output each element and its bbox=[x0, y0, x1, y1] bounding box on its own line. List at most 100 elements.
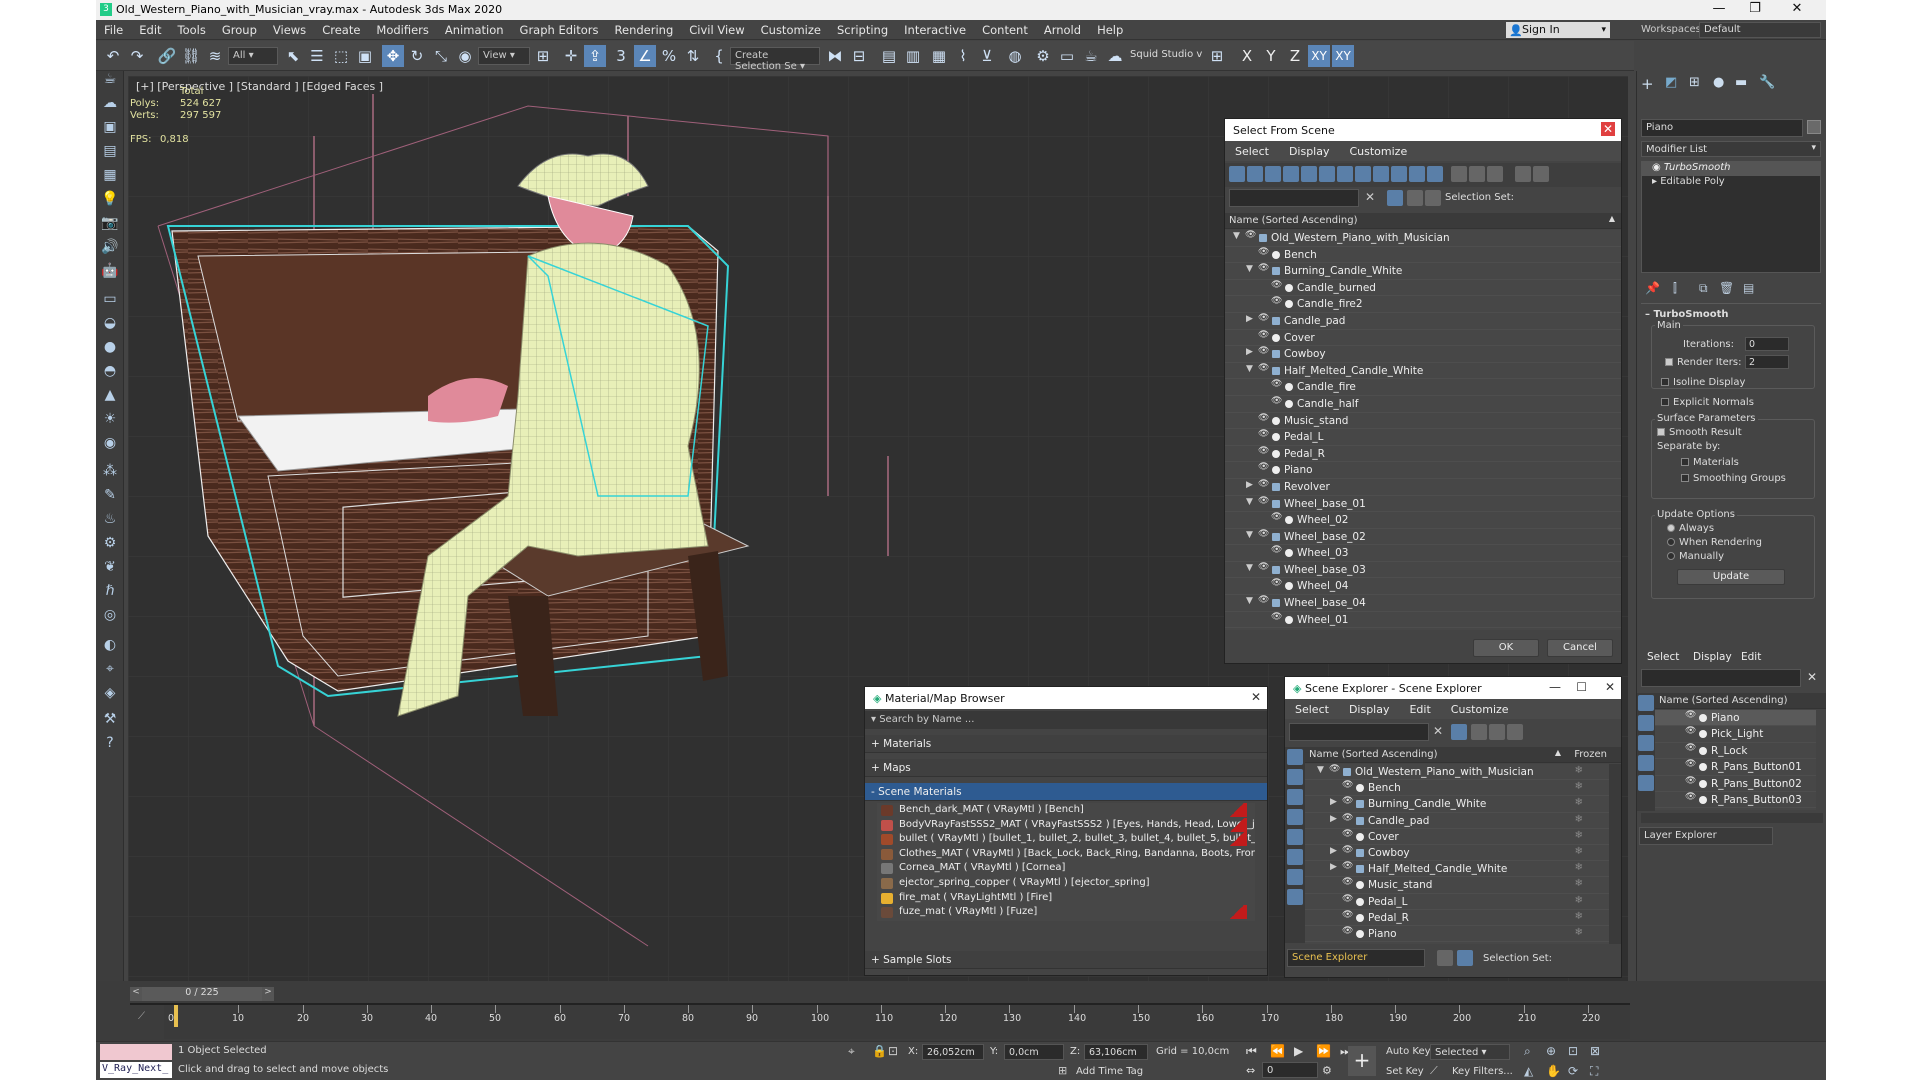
field-of-view-icon[interactable]: ◭ bbox=[1524, 1064, 1533, 1078]
mirror-icon[interactable]: ⧓ bbox=[824, 45, 846, 67]
orb-icon[interactable]: ◉ bbox=[100, 435, 120, 455]
menu-edit[interactable]: Edit bbox=[131, 20, 169, 37]
teapot-icon[interactable]: ☕ bbox=[100, 71, 120, 91]
le-column-header[interactable]: Name (Sorted Ascending) bbox=[1655, 693, 1826, 709]
cone-icon[interactable]: ▲ bbox=[100, 387, 120, 407]
scene-explorer-toggle-icon[interactable]: ▤ bbox=[878, 45, 900, 67]
hair-icon[interactable]: ♨ bbox=[100, 511, 120, 531]
helpers-filter-icon[interactable] bbox=[1638, 775, 1654, 791]
sfs-menu-display[interactable]: Display bbox=[1279, 141, 1340, 158]
tree-row[interactable]: ▶ 👁 Cowboy ❄ bbox=[1305, 845, 1609, 862]
expand-closed-icon[interactable]: ▶ bbox=[1246, 347, 1253, 357]
hf-icon[interactable]: ℏ bbox=[100, 583, 120, 603]
clear-search-icon[interactable]: ✕ bbox=[1365, 190, 1375, 204]
tree-row[interactable]: ▼ 👁 Burning_Candle_White bbox=[1225, 263, 1621, 280]
x-coordinate-field[interactable]: 26,052cm bbox=[922, 1044, 984, 1060]
motion-tab-icon[interactable]: ● bbox=[1713, 75, 1724, 90]
select-all-icon[interactable] bbox=[1451, 166, 1467, 182]
link-icon[interactable]: 🔗 bbox=[156, 45, 178, 67]
se-menu-edit[interactable]: Edit bbox=[1399, 699, 1440, 716]
key-set-dropdown[interactable]: Selected ▾ bbox=[1430, 1044, 1510, 1060]
se-tree[interactable]: ▼ 👁 Old_Western_Piano_with_Musician ❄ 👁 Bench… bbox=[1305, 764, 1609, 944]
tree-row[interactable]: ▶ 👁 Cowboy bbox=[1225, 346, 1621, 363]
eye-icon[interactable]: 👁 bbox=[1685, 710, 1696, 720]
menu-content[interactable]: Content bbox=[974, 20, 1036, 37]
scene-materials-list[interactable]: Bench_dark_MAT ( VRayMtl ) [Bench] BodyVR… bbox=[877, 803, 1255, 921]
le-hscrollbar[interactable] bbox=[1641, 813, 1823, 823]
lock-icon[interactable] bbox=[1471, 724, 1487, 740]
rendered-frame-window-icon[interactable]: ▭ bbox=[1056, 45, 1078, 67]
tree-row[interactable]: 👁 Candle_fire bbox=[1225, 379, 1621, 396]
tree-row[interactable]: 👁 Candle_half bbox=[1225, 396, 1621, 413]
helpers-filter-icon[interactable] bbox=[1301, 166, 1317, 182]
show-end-result-icon[interactable]: ⫿ bbox=[1673, 281, 1677, 296]
zoom-extents-icon[interactable]: ⊡ bbox=[1568, 1044, 1578, 1058]
eye-icon[interactable]: 👁 bbox=[1258, 263, 1269, 273]
ribbon-icon[interactable]: ▦ bbox=[928, 45, 950, 67]
next-key-icon[interactable]: ⏩ bbox=[1316, 1044, 1331, 1058]
isoline-check-box[interactable] bbox=[1661, 378, 1669, 386]
material-item[interactable]: fuze_mat ( VRayMtl ) [Fuze] bbox=[877, 905, 1255, 920]
redo-icon[interactable]: ↷ bbox=[126, 45, 148, 67]
grid-icon[interactable]: ▤ bbox=[100, 143, 120, 163]
current-frame-field[interactable]: 0 bbox=[1262, 1062, 1318, 1078]
tree-row[interactable]: ▼ 👁 Old_Western_Piano_with_Musician bbox=[1225, 230, 1621, 247]
containers-filter-icon[interactable] bbox=[1391, 166, 1407, 182]
curve-icon[interactable]: ⟋ bbox=[138, 1011, 145, 1022]
settings-icon[interactable]: ⚒ bbox=[100, 711, 120, 731]
time-config-icon[interactable]: ⚙ bbox=[1322, 1064, 1332, 1077]
tree-row[interactable]: 👁 Bench ❄ bbox=[1305, 780, 1609, 797]
menu-animation[interactable]: Animation bbox=[437, 20, 512, 37]
separate-smoothing-box[interactable] bbox=[1681, 474, 1689, 482]
close-button[interactable]: ✕ bbox=[1782, 1, 1812, 16]
tree-row[interactable]: ▼ 👁 Wheel_base_02 bbox=[1225, 529, 1621, 546]
eye-icon[interactable]: 👁 bbox=[1342, 894, 1353, 904]
dome-icon[interactable]: ◓ bbox=[100, 363, 120, 383]
pan-icon[interactable]: ✋ bbox=[1546, 1064, 1561, 1078]
select-and-scale-icon[interactable]: ⤡ bbox=[430, 45, 452, 67]
le-search-input[interactable] bbox=[1641, 669, 1801, 687]
eye-icon[interactable]: 👁 bbox=[1258, 562, 1269, 572]
frozen-icon[interactable]: ❄ bbox=[1575, 911, 1583, 922]
material-item[interactable]: BodyVRayFastSSS2_MAT ( VRayFastSSS2 ) [E… bbox=[877, 817, 1255, 833]
globe-icon[interactable]: ◐ bbox=[100, 637, 120, 657]
eye-icon[interactable]: 👁 bbox=[1258, 462, 1269, 472]
key-filters-button[interactable]: Key Filters... bbox=[1452, 1066, 1513, 1077]
frozen-icon[interactable]: ❄ bbox=[1575, 781, 1583, 792]
maximize-button[interactable]: ❐ bbox=[1740, 1, 1770, 16]
bind-spacewarp-icon[interactable]: ≋ bbox=[204, 45, 226, 67]
eye-icon[interactable]: 👁 bbox=[1258, 496, 1269, 506]
maxscript-mini-listener[interactable]: V_Ray_Next_ bbox=[100, 1062, 172, 1078]
tree-row[interactable]: 👁 Cover bbox=[1225, 330, 1621, 347]
selection-set-icon[interactable] bbox=[1425, 190, 1441, 206]
se-search-input[interactable] bbox=[1289, 723, 1429, 741]
eye-icon[interactable]: 👁 bbox=[1685, 726, 1696, 736]
eye-icon[interactable]: 👁 bbox=[1271, 396, 1282, 406]
frozen-icon[interactable]: ❄ bbox=[1575, 814, 1583, 825]
reference-coordinate-dropdown[interactable]: View ▾ bbox=[478, 47, 530, 65]
window-crossing-icon[interactable]: ▣ bbox=[354, 45, 376, 67]
render-cloud-icon[interactable]: ☁ bbox=[1104, 45, 1126, 67]
eye-icon[interactable]: 👁 bbox=[1342, 845, 1353, 855]
separate-smoothing-checkbox[interactable]: Smoothing Groups bbox=[1681, 473, 1786, 484]
hierarchy-tab-icon[interactable]: ⊞ bbox=[1689, 75, 1700, 90]
z-coordinate-field[interactable]: 63,106cm bbox=[1084, 1044, 1148, 1060]
layer-row[interactable]: 👁 Piano bbox=[1655, 710, 1816, 727]
close-icon[interactable]: ✕ bbox=[1605, 680, 1615, 694]
select-and-rotate-icon[interactable]: ↻ bbox=[406, 45, 428, 67]
maxscript-listener-top[interactable] bbox=[100, 1044, 172, 1060]
eye-icon[interactable]: 👁 bbox=[1258, 313, 1269, 323]
set-key-button[interactable]: Set Key bbox=[1386, 1066, 1424, 1077]
clear-search-icon[interactable]: ✕ bbox=[1433, 724, 1443, 738]
shapes-filter-icon[interactable] bbox=[1287, 769, 1303, 785]
menu-civil-view[interactable]: Civil View bbox=[681, 20, 752, 37]
viewport-label[interactable]: [+] [Perspective ] [Standard ] [Edged Fa… bbox=[136, 80, 383, 93]
se-scrollbar[interactable] bbox=[1609, 764, 1621, 944]
menu-interactive[interactable]: Interactive bbox=[896, 20, 974, 37]
prev-frame-button[interactable]: < bbox=[130, 987, 142, 1001]
eye-icon[interactable]: 👁 bbox=[1342, 796, 1353, 806]
object-color-swatch[interactable] bbox=[1807, 120, 1821, 134]
align-icon[interactable]: ⊟ bbox=[848, 45, 870, 67]
hemisphere-icon[interactable]: ◒ bbox=[100, 315, 120, 335]
isoline-display-checkbox[interactable]: Isoline Display bbox=[1661, 377, 1745, 388]
